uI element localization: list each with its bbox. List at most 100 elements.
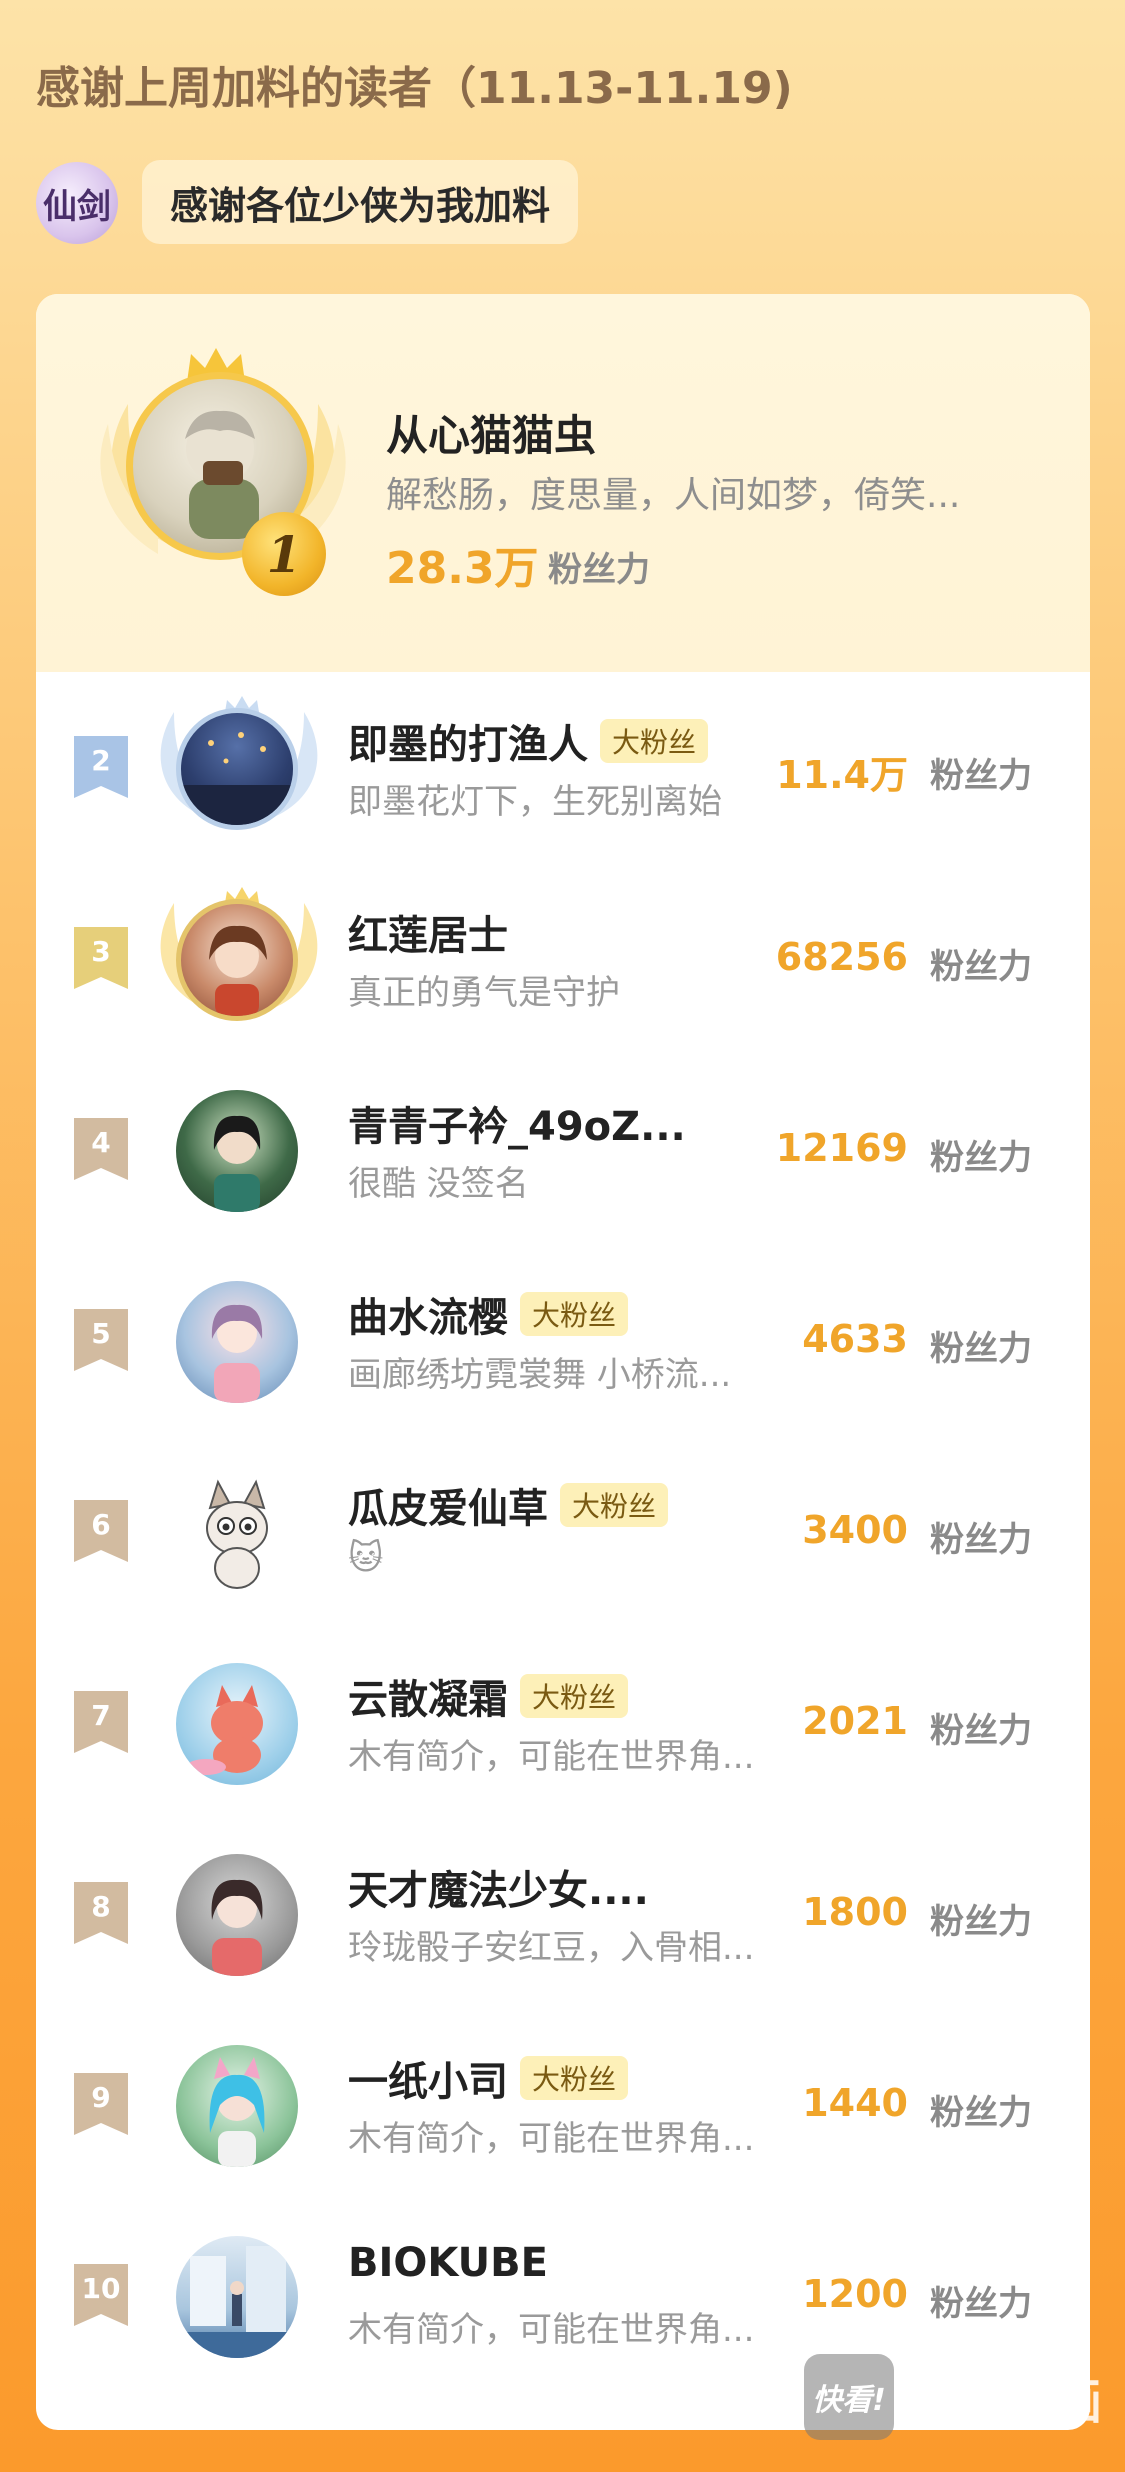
fan-name[interactable]: 天才魔法少女.... xyxy=(348,1858,649,1916)
fan-power-value: 12169 xyxy=(775,1126,908,1170)
fan-name-text: 曲水流樱 xyxy=(348,1295,508,1341)
list-item[interactable]: 4 青青子衿_49oZ... 很酷 没签名 12169 粉丝力 xyxy=(36,1054,1090,1245)
list-item[interactable]: 3 红莲居士 真正的勇气是守护 68256 粉丝力 xyxy=(36,863,1090,1054)
rank-flag: 9 xyxy=(74,2073,128,2135)
rank-number: 10 xyxy=(81,2272,121,2305)
fan-name-text: 即墨的打渔人 xyxy=(348,722,588,768)
list-item[interactable]: 5 曲水流樱 大粉丝 画廊绣坊霓裳舞 小桥流... 4633 粉丝力 xyxy=(36,1245,1090,1436)
super-fan-badge: 大粉丝 xyxy=(520,1674,629,1718)
fan-name[interactable]: 曲水流樱 大粉丝 xyxy=(348,1285,629,1343)
rank-flag: 4 xyxy=(74,1118,128,1180)
fan-name[interactable]: 红莲居士 xyxy=(348,903,508,961)
kuaikan-logo-icon: 快看! xyxy=(804,2354,894,2440)
list-item[interactable]: 9 一纸小司 大粉丝 木有简介，可能在世界角... 1440 粉丝力 xyxy=(36,2009,1090,2200)
avatar[interactable] xyxy=(176,1663,298,1785)
fan-power-value: 11.4万 xyxy=(776,753,908,797)
super-fan-badge: 大粉丝 xyxy=(600,719,709,763)
rank-number: 2 xyxy=(91,744,111,777)
fan-power-unit: 粉丝力 xyxy=(930,2284,1032,2324)
fan-power-value: 1800 xyxy=(802,1890,908,1934)
super-fan-badge: 大粉丝 xyxy=(560,1483,669,1527)
avatar[interactable] xyxy=(176,1281,298,1403)
fan-power-value: 68256 xyxy=(775,935,908,979)
fan-power-value: 1200 xyxy=(802,2272,908,2316)
rank-1-medal: 1 xyxy=(242,512,326,596)
rank-number: 4 xyxy=(91,1126,111,1159)
rank-flag: 8 xyxy=(74,1882,128,1944)
fan-signature: 木有简介，可能在世界角... xyxy=(348,1737,755,1777)
cosplay-portrait-icon xyxy=(209,2057,265,2167)
rank-1-card[interactable]: 1 从心猫猫虫 解愁肠，度思量，人间如梦，倚笑... 28.3万 粉丝力 xyxy=(36,294,1090,672)
fan-power-value: 2021 xyxy=(802,1699,908,1743)
brand-name: 快看漫画 xyxy=(910,2374,1103,2430)
fan-leaderboard: 1 从心猫猫虫 解愁肠，度思量，人间如梦，倚笑... 28.3万 粉丝力 2 即… xyxy=(36,294,1090,2430)
cartoon-cat-icon xyxy=(206,1479,268,1589)
fan-name-text: BIOKUBE xyxy=(348,2240,548,2286)
rank-number: 6 xyxy=(91,1508,111,1541)
rank-number: 5 xyxy=(91,1317,111,1350)
rank-number: 8 xyxy=(91,1890,111,1923)
rank-flag: 7 xyxy=(74,1691,128,1753)
fan-power-value: 3400 xyxy=(802,1508,908,1552)
fan-signature: 画廊绣坊霓裳舞 小桥流... xyxy=(348,1355,732,1395)
fan-signature: 木有简介，可能在世界角... xyxy=(348,2310,755,2350)
fan-name[interactable]: BIOKUBE xyxy=(348,2240,548,2286)
illustration-icon xyxy=(176,2246,298,2358)
avatar[interactable] xyxy=(176,708,298,830)
super-fan-badge: 大粉丝 xyxy=(520,2056,629,2100)
app-watermark: 快看! 快看漫画 xyxy=(804,2354,1102,2440)
list-item[interactable]: 6 瓜皮爱仙草 大粉丝 🐱 3400 粉丝力 xyxy=(36,1436,1090,1627)
list-item[interactable]: 8 天才魔法少女.... 玲珑骰子安红豆，入骨相... 1800 粉丝力 xyxy=(36,1818,1090,2009)
rank-flag: 6 xyxy=(74,1500,128,1562)
avatar[interactable] xyxy=(176,1854,298,1976)
fan-signature: 即墨花灯下，生死别离始 xyxy=(348,782,722,822)
rank-number: 9 xyxy=(91,2081,111,2114)
fan-name-text: 红莲居士 xyxy=(348,913,508,959)
lantern-night-icon xyxy=(181,732,293,825)
fan-power-unit: 粉丝力 xyxy=(930,947,1032,987)
portrait-icon xyxy=(213,1115,261,1212)
fan-name-text: 云散凝霜 xyxy=(348,1677,508,1723)
fan-power-unit: 粉丝力 xyxy=(930,1711,1032,1751)
fan-name[interactable]: 瓜皮爱仙草 大粉丝 xyxy=(348,1476,669,1534)
fan-name[interactable]: 即墨的打渔人 大粉丝 xyxy=(348,712,709,770)
host-message-bubble: 感谢各位少侠为我加料 xyxy=(142,160,579,244)
list-item[interactable]: 2 即墨的打渔人 大粉丝 即墨花灯下，生死别离始 11.4万 粉丝力 xyxy=(36,672,1090,863)
rank-flag: 10 xyxy=(74,2264,128,2326)
fan-name-text: 瓜皮爱仙草 xyxy=(348,1486,548,1532)
host-avatar-logo: 仙剑 xyxy=(43,186,111,227)
anime-girl-icon xyxy=(211,1304,263,1403)
fan-power-value: 28.3万 xyxy=(386,543,539,594)
host-message: 感谢各位少侠为我加料 xyxy=(170,183,551,228)
page-title: 感谢上周加料的读者（11.13-11.19) xyxy=(36,63,793,114)
fan-name[interactable]: 一纸小司 大粉丝 xyxy=(348,2049,629,2107)
fan-signature: 🐱 xyxy=(348,1538,384,1578)
fan-power-value: 1440 xyxy=(802,2081,908,2125)
fan-signature: 很酷 没签名 xyxy=(348,1164,529,1204)
rank-number: 3 xyxy=(91,935,111,968)
fan-name-text: 一纸小司 xyxy=(348,2059,508,2105)
avatar[interactable] xyxy=(176,1472,298,1594)
list-item[interactable]: 7 云散凝霜 大粉丝 木有简介，可能在世界角... 2021 粉丝力 xyxy=(36,1627,1090,1818)
fan-power-unit: 粉丝力 xyxy=(930,1520,1032,1560)
rank-number: 7 xyxy=(91,1699,111,1732)
avatar[interactable] xyxy=(176,2045,298,2167)
fan-signature: 真正的勇气是守护 xyxy=(348,973,620,1013)
avatar[interactable] xyxy=(176,2236,298,2358)
cartoon-fox-icon xyxy=(186,1685,263,1775)
host-avatar[interactable]: 仙剑 xyxy=(36,162,118,244)
fan-name-text: 天才魔法少女.... xyxy=(348,1868,649,1914)
fan-name[interactable]: 从心猫猫虫 xyxy=(386,402,596,463)
fan-name[interactable]: 云散凝霜 大粉丝 xyxy=(348,1667,629,1725)
fan-power-unit: 粉丝力 xyxy=(930,2093,1032,2133)
avatar[interactable] xyxy=(176,899,298,1021)
fan-name[interactable]: 青青子衿_49oZ... xyxy=(348,1094,686,1152)
fan-power-unit: 粉丝力 xyxy=(930,756,1032,796)
super-fan-badge: 大粉丝 xyxy=(520,1292,629,1336)
fan-power-value: 4633 xyxy=(802,1317,908,1361)
avatar[interactable] xyxy=(176,1090,298,1212)
fan-signature: 木有简介，可能在世界角... xyxy=(348,2119,755,2159)
fan-power-unit: 粉丝力 xyxy=(930,1329,1032,1369)
fan-signature: 解愁肠，度思量，人间如梦，倚笑... xyxy=(386,475,961,516)
anime-girl-icon xyxy=(211,1879,263,1976)
